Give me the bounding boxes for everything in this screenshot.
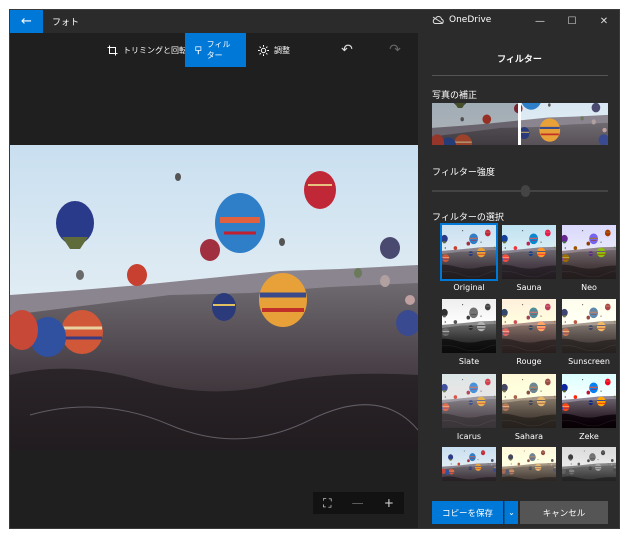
enhance-preview (432, 103, 608, 145)
filter-thumb-preview (502, 374, 556, 428)
back-button[interactable]: ← (10, 10, 43, 33)
filter-label: Icarus (456, 432, 482, 441)
adjust-tab[interactable]: 調整 (248, 33, 300, 67)
intensity-slider-track[interactable] (432, 190, 608, 192)
maximize-icon: ☐ (567, 16, 577, 27)
filter-thumb-sunscreen[interactable] (562, 299, 616, 353)
filter-label: Neo (581, 283, 597, 292)
filter-thumb-row4-2[interactable] (502, 447, 556, 481)
minimize-icon: — (535, 16, 545, 27)
back-arrow-icon: ← (21, 14, 32, 29)
intensity-slider-thumb[interactable] (521, 185, 530, 197)
crop-rotate-tab[interactable]: トリミングと回転 (97, 33, 197, 67)
filter-thumb-preview (442, 374, 496, 428)
save-options-button[interactable]: ⌄ (504, 501, 518, 524)
filter-thumb-sauna[interactable] (502, 225, 556, 279)
filter-label: Original (453, 283, 485, 292)
filter-label: Zeke (579, 432, 599, 441)
minimize-button[interactable]: — (524, 10, 556, 33)
choose-filter-heading: フィルターの選択 (432, 213, 504, 223)
undo-button[interactable]: ↶ (334, 33, 360, 67)
title-bar: ← フォト OneDrive — ☐ ✕ (10, 10, 619, 33)
filter-thumb-row4-1[interactable] (442, 447, 496, 481)
filter-thumb-preview (442, 299, 496, 353)
onedrive-label: OneDrive (449, 15, 492, 25)
close-icon: ✕ (599, 16, 609, 27)
onedrive-status[interactable]: OneDrive (432, 15, 491, 25)
filter-thumb-preview (442, 447, 496, 481)
cancel-button[interactable]: キャンセル (520, 501, 608, 524)
edit-toolbar: トリミングと回転 フィルター 調整 ↶ ↷ (10, 33, 418, 67)
crop-rotate-label: トリミングと回転 (123, 45, 187, 55)
fit-screen-icon[interactable]: ⛶ (323, 496, 331, 511)
chevron-down-icon: ⌄ (508, 508, 515, 517)
filter-thumb-row4-3[interactable] (562, 447, 616, 481)
photo-preview (10, 145, 418, 450)
zoom-controls: ⛶ — + (313, 492, 404, 514)
filter-thumb-preview (562, 299, 616, 353)
filter-tab[interactable]: フィルター (185, 33, 246, 67)
balloon-photo (10, 145, 418, 450)
save-copy-button[interactable]: コピーを保存 (432, 501, 503, 524)
filter-thumb-slate[interactable] (442, 299, 496, 353)
close-button[interactable]: ✕ (588, 10, 619, 33)
filter-thumb-preview (562, 225, 616, 279)
filter-label: Sahara (514, 432, 544, 441)
adjust-label: 調整 (274, 45, 290, 55)
filter-label: Sunscreen (568, 357, 610, 366)
panel-divider (432, 75, 608, 76)
maximize-button[interactable]: ☐ (556, 10, 588, 33)
filter-thumb-neo[interactable] (562, 225, 616, 279)
enhance-slider[interactable] (432, 103, 608, 145)
redo-button[interactable]: ↷ (382, 33, 408, 67)
filter-thumb-preview (502, 299, 556, 353)
filter-label: Slate (458, 357, 480, 366)
filter-thumb-preview (502, 225, 556, 279)
zoom-in-icon[interactable]: + (384, 496, 394, 510)
filter-thumb-sahara[interactable] (502, 374, 556, 428)
filter-thumb-zeke[interactable] (562, 374, 616, 428)
filter-thumb-preview (442, 225, 496, 279)
filter-thumb-rouge[interactable] (502, 299, 556, 353)
zoom-out-icon[interactable]: — (352, 496, 364, 510)
filter-thumb-preview (502, 447, 556, 481)
photos-window: ← フォト OneDrive — ☐ ✕ トリミングと回転 フィルター 調整 ↶… (9, 9, 620, 529)
filter-label: フィルター (206, 40, 231, 60)
filter-panel: フィルター 写真の補正 フィルター強度 フィルターの選択 Original Sau… (418, 33, 619, 528)
brush-icon (195, 45, 202, 54)
sun-icon (258, 44, 269, 56)
filter-label: Rouge (516, 357, 542, 366)
cloud-icon (432, 16, 444, 24)
filter-thumb-original[interactable] (440, 223, 498, 281)
filter-label: Sauna (516, 283, 542, 292)
redo-icon: ↷ (389, 42, 401, 58)
filter-thumb-icarus[interactable] (442, 374, 496, 428)
panel-title: フィルター (497, 55, 542, 65)
undo-icon: ↶ (341, 42, 353, 58)
filter-thumb-preview (562, 374, 616, 428)
app-title: フォト (52, 18, 80, 28)
filter-thumb-preview (562, 447, 616, 481)
intensity-heading: フィルター強度 (432, 168, 495, 178)
enhance-heading: 写真の補正 (432, 91, 478, 101)
crop-icon (107, 45, 118, 55)
